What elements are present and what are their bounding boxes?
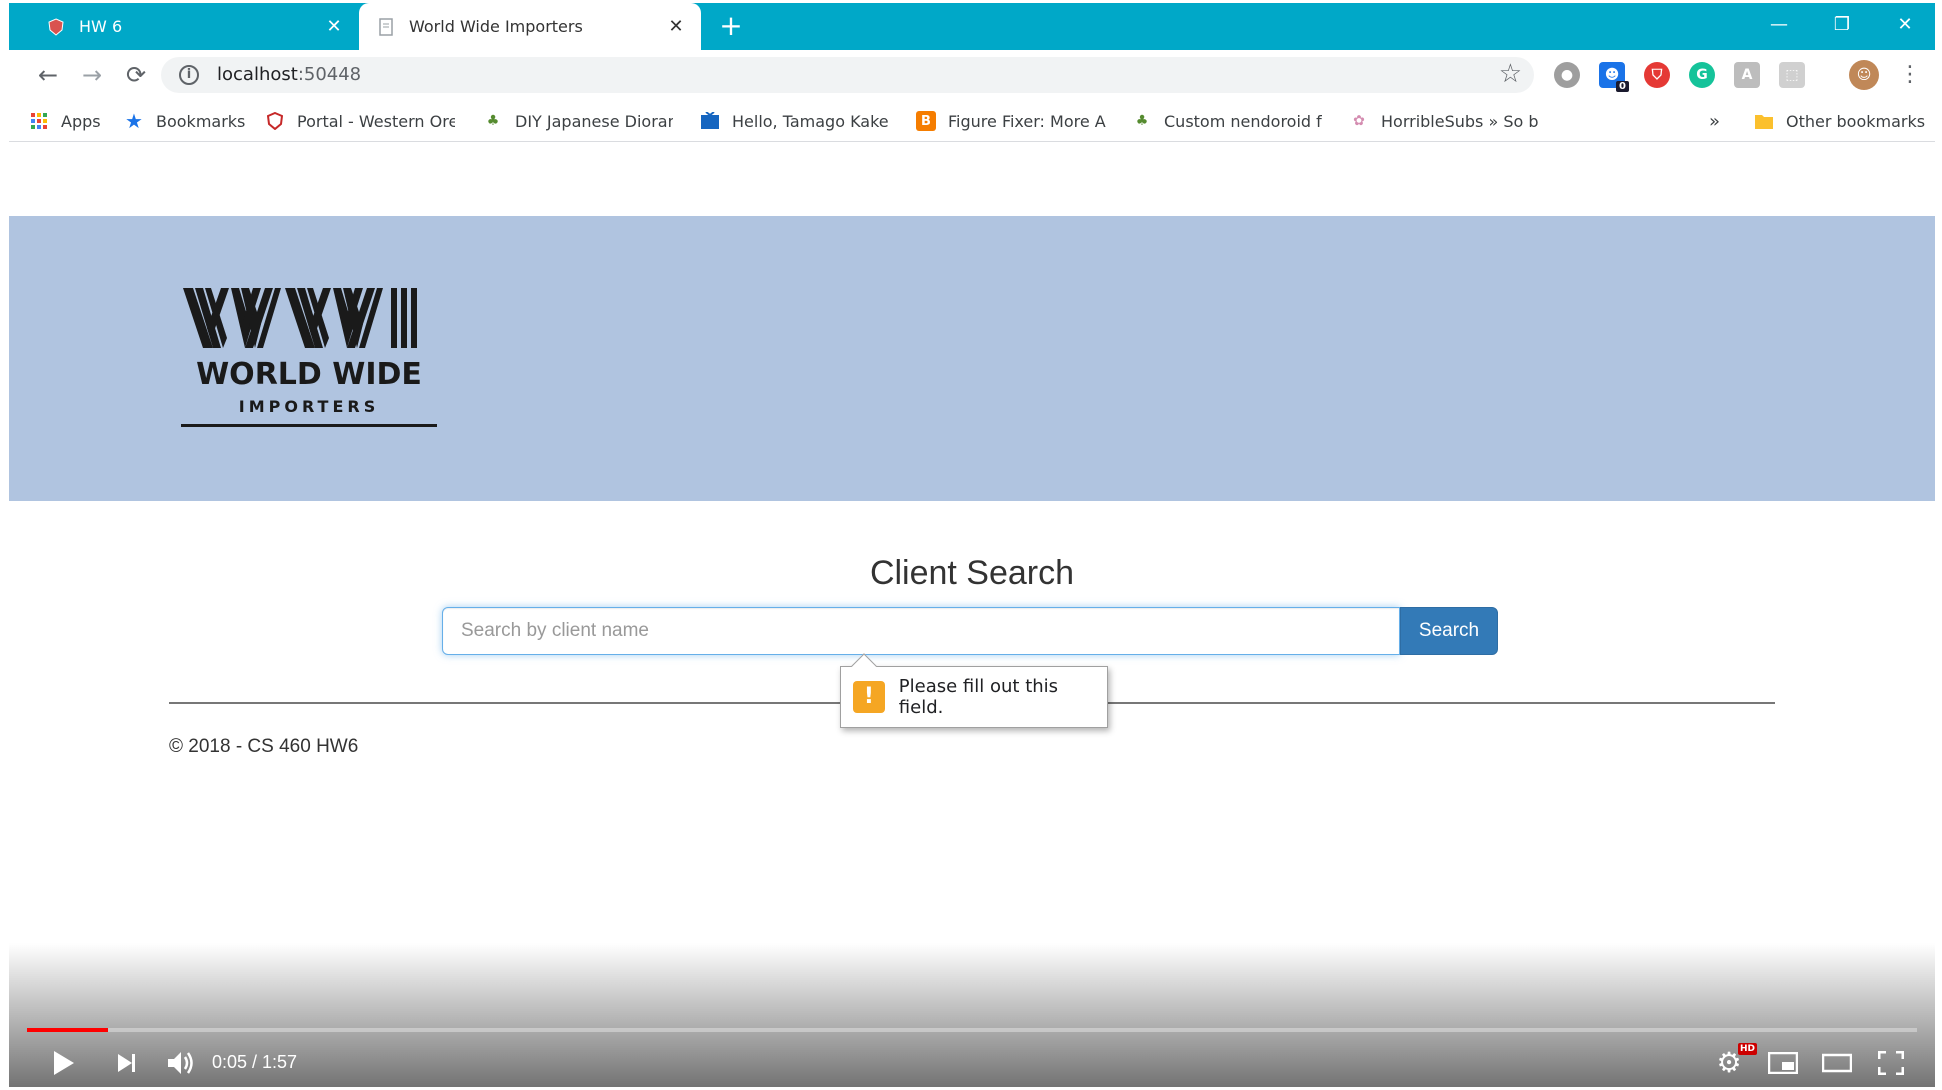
reload-icon[interactable]: ⟳ [119, 58, 153, 92]
logo-stripes [183, 288, 417, 348]
extension-circle-icon[interactable]: ● [1554, 62, 1580, 88]
bookmark-label: DIY Japanese Dioram [515, 111, 673, 131]
bookmark-tamago-kake[interactable]: Hello, Tamago Kake G [700, 110, 890, 132]
extension-translate-icon[interactable]: A [1734, 62, 1760, 88]
grammarly-icon[interactable]: G [1689, 62, 1715, 88]
warning-icon: ! [853, 681, 885, 713]
restore-button[interactable]: ❐ [1812, 7, 1872, 43]
tooltip-arrow [851, 653, 877, 679]
chrome-menu-icon[interactable]: ⋮ [1899, 58, 1921, 92]
bookmarks-overflow-button[interactable]: » [1709, 110, 1720, 132]
portal-shield-icon [265, 111, 285, 131]
bookmark-apps[interactable]: Apps [29, 110, 101, 132]
tab-title: HW 6 [79, 17, 123, 36]
play-icon[interactable] [43, 1043, 83, 1083]
bookmark-label: Custom nendoroid fa [1164, 111, 1322, 131]
bookmark-bookmarks[interactable]: ★ Bookmarks [124, 109, 246, 133]
bookmark-label: Other bookmarks [1786, 111, 1926, 131]
site-info-icon[interactable]: i [179, 65, 199, 85]
bookmark-label: Hello, Tamago Kake G [732, 111, 890, 131]
next-icon[interactable] [107, 1043, 147, 1083]
extension-pdf-icon[interactable]: ⬚ [1779, 62, 1805, 88]
validation-tooltip: ! Please fill out this field. [840, 653, 1108, 728]
document-favicon-icon [377, 17, 395, 36]
minimize-button[interactable]: — [1749, 7, 1809, 43]
footer-copyright: © 2018 - CS 460 HW6 [169, 736, 359, 757]
bookmark-diy-diorama[interactable]: ♣ DIY Japanese Dioram [483, 110, 673, 132]
video-progress-played [27, 1028, 109, 1032]
tab-world-wide-importers[interactable]: World Wide Importers ✕ [359, 3, 701, 50]
page-title: Client Search [869, 554, 1075, 592]
url-text[interactable]: localhost:50448 [217, 64, 361, 85]
bookmark-other[interactable]: Other bookmarks [1754, 110, 1925, 132]
forward-arrow-icon[interactable]: → [75, 58, 109, 92]
bookmark-label: HorribleSubs » So ba [1381, 111, 1539, 131]
figure-icon: ♣ [1135, 113, 1149, 129]
wwi-logo: WORLD WIDE IMPORTERS [181, 288, 437, 428]
bookmark-label: Portal - Western Oreg [297, 111, 455, 131]
new-tab-button[interactable]: + [714, 9, 748, 43]
tab-hw6[interactable]: HW 6 ✕ [29, 3, 359, 50]
video-time-display: 0:05 / 1:57 [212, 1052, 298, 1072]
client-search-input[interactable] [442, 607, 1400, 655]
hd-badge: HD [1737, 1043, 1757, 1055]
bookmark-star-icon[interactable]: ☆ [1499, 59, 1522, 89]
address-bar[interactable]: i localhost:50448 ☆ [161, 57, 1534, 93]
profile-avatar[interactable]: ☺ [1849, 60, 1879, 90]
bookmark-label: Figure Fixer: More Ab [948, 111, 1106, 131]
logo-line1: WORLD WIDE [196, 357, 422, 392]
volume-icon[interactable] [161, 1043, 201, 1083]
miniplayer-icon[interactable] [1763, 1043, 1803, 1083]
fullscreen-icon[interactable] [1871, 1043, 1911, 1083]
tab-strip: HW 6 ✕ World Wide Importers ✕ + — ❐ ✕ [9, 3, 1935, 50]
search-button[interactable]: Search [1400, 607, 1498, 655]
extension-shield-icon[interactable]: ⛉ [1644, 62, 1670, 88]
bookmark-portal[interactable]: Portal - Western Oreg [265, 110, 455, 132]
settings-gear-icon[interactable]: ⚙ HD [1709, 1043, 1757, 1083]
theater-mode-icon[interactable] [1817, 1043, 1857, 1083]
screen: HW 6 ✕ World Wide Importers ✕ + — ❐ ✕ ← … [9, 3, 1935, 1087]
bookmark-label: Bookmarks [156, 111, 246, 131]
apps-grid-icon [29, 111, 49, 131]
folder-icon [1754, 111, 1774, 131]
close-window-button[interactable]: ✕ [1875, 7, 1935, 43]
bookmarks-bar: Apps ★ Bookmarks Portal - Western Oreg ♣… [9, 100, 1935, 142]
portal-favicon-icon [47, 17, 65, 36]
extension-ghost-icon[interactable]: ☻ 0 [1599, 62, 1629, 92]
close-tab-icon[interactable]: ✕ [321, 16, 347, 37]
browser-toolbar: ← → ⟳ i localhost:50448 ☆ ● ☻ 0 ⛉ G A ⬚ ☺… [9, 50, 1935, 100]
bookmark-custom-nendoroid[interactable]: ♣ Custom nendoroid fa [1132, 110, 1322, 132]
logo-line2: IMPORTERS [239, 397, 380, 416]
tv-icon [700, 111, 720, 131]
close-tab-icon[interactable]: ✕ [663, 16, 689, 37]
extension-badge: 0 [1616, 81, 1629, 92]
bookmark-label: Apps [61, 111, 101, 131]
url-host: localhost [217, 64, 298, 85]
tab-title: World Wide Importers [409, 17, 583, 36]
url-port: :50448 [297, 64, 362, 85]
video-controls-gradient [9, 943, 1935, 1087]
star-icon: ★ [125, 109, 143, 133]
back-arrow-icon[interactable]: ← [31, 58, 65, 92]
horriblesubs-icon: ✿ [1353, 113, 1365, 129]
bookmark-horriblesubs[interactable]: ✿ HorribleSubs » So ba [1349, 110, 1539, 132]
header-banner: WORLD WIDE IMPORTERS [9, 216, 1935, 501]
blogger-icon: B [916, 111, 936, 131]
validation-message: Please fill out this field. [898, 676, 1059, 718]
figure-icon: ♣ [486, 113, 500, 129]
bookmark-figure-fixer[interactable]: B Figure Fixer: More Ab [916, 110, 1106, 132]
video-progress-bar[interactable] [27, 1028, 1917, 1032]
